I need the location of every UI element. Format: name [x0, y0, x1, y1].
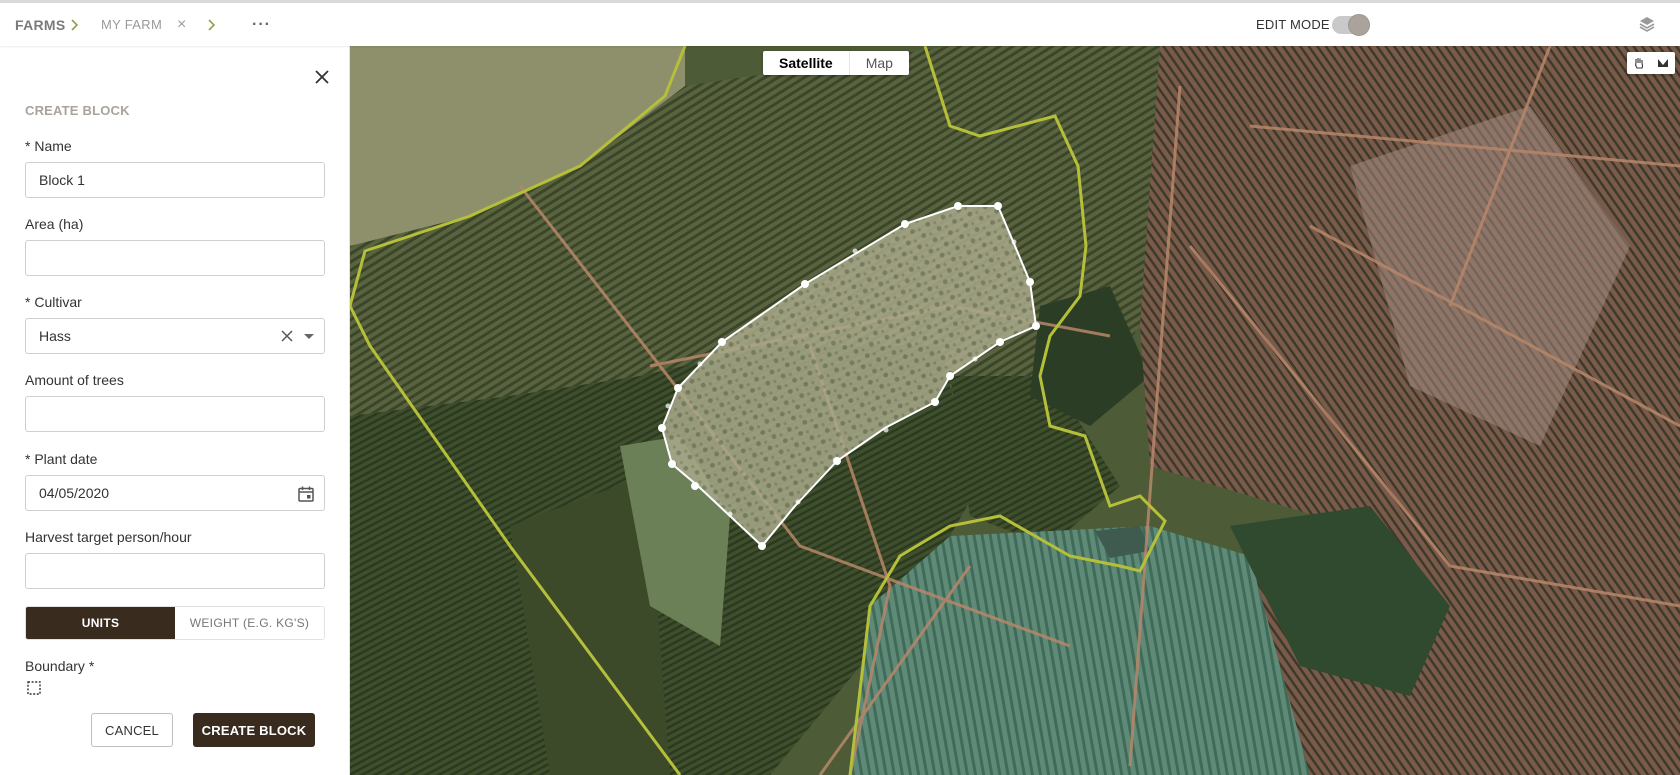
cultivar-selected-value: Hass	[39, 328, 71, 344]
more-options-icon[interactable]: ···	[252, 3, 271, 46]
name-label: * Name	[25, 138, 72, 154]
breadcrumb-close-icon[interactable]: ×	[177, 3, 186, 46]
area-input[interactable]	[39, 241, 311, 275]
edit-mode-toggle[interactable]	[1332, 14, 1370, 36]
weight-option[interactable]: WEIGHT (E.G. KG'S)	[175, 607, 324, 639]
area-label: Area (ha)	[25, 216, 84, 232]
trees-label: Amount of trees	[25, 372, 124, 388]
draw-polygon-icon[interactable]	[1651, 52, 1675, 74]
toggle-knob	[1348, 14, 1370, 36]
create-block-button[interactable]: CREATE BLOCK	[193, 713, 315, 747]
units-option[interactable]: UNITS	[26, 607, 175, 639]
cultivar-label: * Cultivar	[25, 294, 82, 310]
chevron-right-icon	[71, 3, 79, 46]
cultivar-select[interactable]: Hass	[25, 318, 325, 354]
top-bar: FARMS MY FARM × ··· EDIT MODE	[0, 0, 1680, 46]
layers-icon[interactable]	[1638, 15, 1656, 33]
plant-date-value: 04/05/2020	[39, 485, 110, 501]
draw-boundary-icon[interactable]	[26, 680, 42, 696]
area-field[interactable]	[25, 240, 325, 276]
breadcrumb-farms[interactable]: FARMS	[15, 3, 66, 46]
plant-date-field[interactable]: 04/05/2020	[25, 475, 325, 511]
calendar-icon[interactable]	[297, 485, 315, 503]
name-input[interactable]	[39, 163, 311, 197]
trees-field[interactable]	[25, 396, 325, 432]
cancel-button[interactable]: CANCEL	[91, 713, 173, 747]
hand-pan-icon[interactable]	[1627, 52, 1651, 74]
chevron-down-icon[interactable]	[304, 334, 314, 339]
trees-input[interactable]	[39, 397, 311, 431]
harvest-target-input[interactable]	[39, 554, 311, 588]
satellite-option[interactable]: Satellite	[763, 51, 850, 75]
satellite-map[interactable]: Satellite Map	[350, 46, 1680, 775]
map-type-switcher: Satellite Map	[763, 51, 909, 75]
close-icon[interactable]	[311, 66, 333, 88]
map-imagery[interactable]	[350, 46, 1680, 775]
clear-icon[interactable]	[280, 329, 294, 343]
panel-title: CREATE BLOCK	[25, 103, 130, 118]
edit-mode-label: EDIT MODE	[1256, 17, 1330, 32]
unit-type-toggle: UNITS WEIGHT (E.G. KG'S)	[25, 606, 325, 640]
breadcrumb-my-farm[interactable]: MY FARM	[101, 3, 162, 46]
name-field[interactable]	[25, 162, 325, 198]
draw-toolbar	[1627, 52, 1675, 74]
harvest-target-label: Harvest target person/hour	[25, 529, 192, 545]
map-option[interactable]: Map	[850, 51, 909, 75]
harvest-target-field[interactable]	[25, 553, 325, 589]
plant-date-label: * Plant date	[25, 451, 98, 467]
create-block-panel: CREATE BLOCK * Name Area (ha) * Cultivar…	[0, 46, 350, 775]
boundary-label: Boundary *	[25, 658, 95, 674]
chevron-right-icon[interactable]	[208, 3, 216, 46]
